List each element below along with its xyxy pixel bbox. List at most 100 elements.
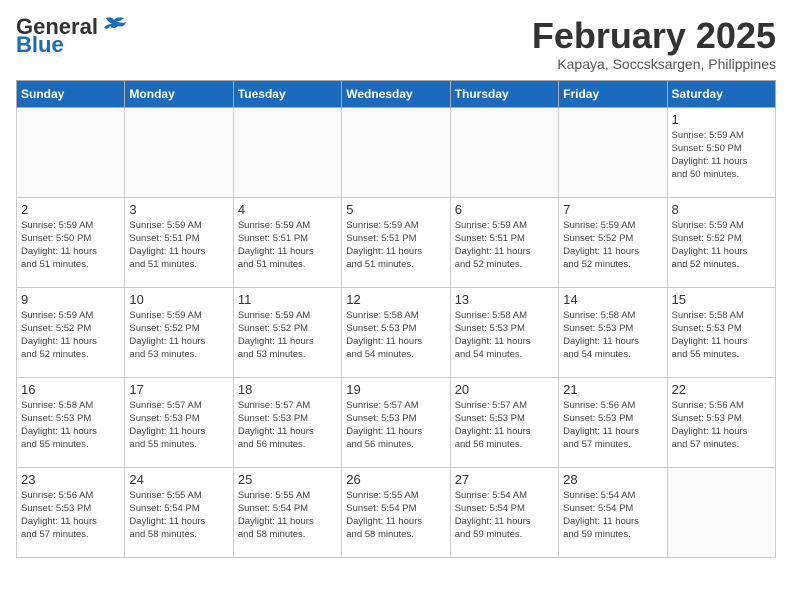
- calendar-cell: 27 Sunrise: 5:54 AM Sunset: 5:54 PM Dayli…: [450, 467, 558, 557]
- day-number: 25: [238, 472, 337, 487]
- calendar-week-row: 2Sunrise: 5:59 AM Sunset: 5:50 PM Daylig…: [17, 197, 776, 287]
- calendar-week-row: 1 Sunrise: 5:59 AM Sunset: 5:50 PM Daylig…: [17, 107, 776, 197]
- calendar-cell: 18 Sunrise: 5:57 AM Sunset: 5:53 PM Dayli…: [233, 377, 341, 467]
- day-number: 15: [672, 292, 771, 307]
- calendar-day-header: Friday: [559, 80, 667, 107]
- day-info: Sunrise: 5:57 AM Sunset: 5:53 PM Dayligh…: [129, 399, 228, 452]
- day-number: 17: [129, 382, 228, 397]
- day-number: 8: [672, 202, 771, 217]
- day-info: Sunrise: 5:59 AM Sunset: 5:52 PM Dayligh…: [21, 309, 120, 362]
- day-number: 11: [238, 292, 337, 307]
- day-info: Sunrise: 5:59 AM Sunset: 5:50 PM Dayligh…: [672, 129, 771, 182]
- calendar-cell: 15Sunrise: 5:58 AM Sunset: 5:53 PM Dayli…: [667, 287, 775, 377]
- day-info: Sunrise: 5:54 AM Sunset: 5:54 PM Dayligh…: [455, 489, 554, 542]
- calendar-cell: 1 Sunrise: 5:59 AM Sunset: 5:50 PM Daylig…: [667, 107, 775, 197]
- day-number: 13: [455, 292, 554, 307]
- calendar-cell: 7 Sunrise: 5:59 AM Sunset: 5:52 PM Daylig…: [559, 197, 667, 287]
- calendar-cell: 2Sunrise: 5:59 AM Sunset: 5:50 PM Daylig…: [17, 197, 125, 287]
- day-info: Sunrise: 5:59 AM Sunset: 5:52 PM Dayligh…: [129, 309, 228, 362]
- calendar-cell: 28 Sunrise: 5:54 AM Sunset: 5:54 PM Dayli…: [559, 467, 667, 557]
- day-number: 26: [346, 472, 445, 487]
- day-info: Sunrise: 5:57 AM Sunset: 5:53 PM Dayligh…: [238, 399, 337, 452]
- day-number: 23: [21, 472, 120, 487]
- calendar-cell: [559, 107, 667, 197]
- calendar-cell: 13 Sunrise: 5:58 AM Sunset: 5:53 PM Dayli…: [450, 287, 558, 377]
- day-number: 18: [238, 382, 337, 397]
- calendar-day-header: Thursday: [450, 80, 558, 107]
- calendar-cell: 22Sunrise: 5:56 AM Sunset: 5:53 PM Dayli…: [667, 377, 775, 467]
- calendar-cell: 3 Sunrise: 5:59 AM Sunset: 5:51 PM Daylig…: [125, 197, 233, 287]
- calendar-cell: 9 Sunrise: 5:59 AM Sunset: 5:52 PM Daylig…: [17, 287, 125, 377]
- calendar-cell: 16 Sunrise: 5:58 AM Sunset: 5:53 PM Dayli…: [17, 377, 125, 467]
- day-number: 5: [346, 202, 445, 217]
- calendar-cell: 19 Sunrise: 5:57 AM Sunset: 5:53 PM Dayli…: [342, 377, 450, 467]
- day-number: 14: [563, 292, 662, 307]
- day-info: Sunrise: 5:59 AM Sunset: 5:52 PM Dayligh…: [238, 309, 337, 362]
- day-number: 9: [21, 292, 120, 307]
- day-info: Sunrise: 5:59 AM Sunset: 5:51 PM Dayligh…: [129, 219, 228, 272]
- day-info: Sunrise: 5:59 AM Sunset: 5:50 PM Dayligh…: [21, 219, 120, 272]
- calendar-cell: 4 Sunrise: 5:59 AM Sunset: 5:51 PM Daylig…: [233, 197, 341, 287]
- day-info: Sunrise: 5:56 AM Sunset: 5:53 PM Dayligh…: [21, 489, 120, 542]
- calendar-cell: 6 Sunrise: 5:59 AM Sunset: 5:51 PM Daylig…: [450, 197, 558, 287]
- calendar-cell: [125, 107, 233, 197]
- day-info: Sunrise: 5:54 AM Sunset: 5:54 PM Dayligh…: [563, 489, 662, 542]
- day-info: Sunrise: 5:57 AM Sunset: 5:53 PM Dayligh…: [455, 399, 554, 452]
- calendar-cell: 26 Sunrise: 5:55 AM Sunset: 5:54 PM Dayli…: [342, 467, 450, 557]
- calendar-cell: 21 Sunrise: 5:56 AM Sunset: 5:53 PM Dayli…: [559, 377, 667, 467]
- day-info: Sunrise: 5:59 AM Sunset: 5:52 PM Dayligh…: [672, 219, 771, 272]
- day-info: Sunrise: 5:59 AM Sunset: 5:52 PM Dayligh…: [563, 219, 662, 272]
- day-info: Sunrise: 5:57 AM Sunset: 5:53 PM Dayligh…: [346, 399, 445, 452]
- calendar-cell: 5Sunrise: 5:59 AM Sunset: 5:51 PM Daylig…: [342, 197, 450, 287]
- day-number: 16: [21, 382, 120, 397]
- calendar-cell: 24Sunrise: 5:55 AM Sunset: 5:54 PM Dayli…: [125, 467, 233, 557]
- day-number: 4: [238, 202, 337, 217]
- calendar-day-header: Monday: [125, 80, 233, 107]
- day-info: Sunrise: 5:55 AM Sunset: 5:54 PM Dayligh…: [238, 489, 337, 542]
- day-number: 21: [563, 382, 662, 397]
- calendar-cell: 17 Sunrise: 5:57 AM Sunset: 5:53 PM Dayli…: [125, 377, 233, 467]
- day-number: 10: [129, 292, 228, 307]
- calendar-week-row: 23 Sunrise: 5:56 AM Sunset: 5:53 PM Dayli…: [17, 467, 776, 557]
- day-number: 6: [455, 202, 554, 217]
- calendar-cell: 10 Sunrise: 5:59 AM Sunset: 5:52 PM Dayli…: [125, 287, 233, 377]
- day-number: 7: [563, 202, 662, 217]
- calendar-header-row: SundayMondayTuesdayWednesdayThursdayFrid…: [17, 80, 776, 107]
- calendar-week-row: 16 Sunrise: 5:58 AM Sunset: 5:53 PM Dayli…: [17, 377, 776, 467]
- day-info: Sunrise: 5:58 AM Sunset: 5:53 PM Dayligh…: [455, 309, 554, 362]
- calendar-cell: 11 Sunrise: 5:59 AM Sunset: 5:52 PM Dayli…: [233, 287, 341, 377]
- calendar-day-header: Tuesday: [233, 80, 341, 107]
- calendar-cell: [450, 107, 558, 197]
- day-number: 28: [563, 472, 662, 487]
- calendar-cell: 25 Sunrise: 5:55 AM Sunset: 5:54 PM Dayli…: [233, 467, 341, 557]
- day-number: 1: [672, 112, 771, 127]
- calendar-cell: 20 Sunrise: 5:57 AM Sunset: 5:53 PM Dayli…: [450, 377, 558, 467]
- calendar-cell: [17, 107, 125, 197]
- day-info: Sunrise: 5:55 AM Sunset: 5:54 PM Dayligh…: [346, 489, 445, 542]
- day-number: 27: [455, 472, 554, 487]
- day-info: Sunrise: 5:56 AM Sunset: 5:53 PM Dayligh…: [672, 399, 771, 452]
- calendar-day-header: Wednesday: [342, 80, 450, 107]
- location-title: Kapaya, Soccsksargen, Philippines: [532, 56, 776, 72]
- calendar-table: SundayMondayTuesdayWednesdayThursdayFrid…: [16, 80, 776, 558]
- page-header: General Blue February 2025 Kapaya, Soccs…: [16, 16, 776, 72]
- month-title: February 2025: [532, 16, 776, 56]
- day-info: Sunrise: 5:59 AM Sunset: 5:51 PM Dayligh…: [238, 219, 337, 272]
- calendar-cell: 8 Sunrise: 5:59 AM Sunset: 5:52 PM Daylig…: [667, 197, 775, 287]
- day-number: 3: [129, 202, 228, 217]
- day-info: Sunrise: 5:58 AM Sunset: 5:53 PM Dayligh…: [563, 309, 662, 362]
- calendar-cell: [342, 107, 450, 197]
- calendar-day-header: Saturday: [667, 80, 775, 107]
- calendar-cell: 12Sunrise: 5:58 AM Sunset: 5:53 PM Dayli…: [342, 287, 450, 377]
- day-number: 12: [346, 292, 445, 307]
- day-number: 19: [346, 382, 445, 397]
- day-info: Sunrise: 5:55 AM Sunset: 5:54 PM Dayligh…: [129, 489, 228, 542]
- calendar-day-header: Sunday: [17, 80, 125, 107]
- day-info: Sunrise: 5:58 AM Sunset: 5:53 PM Dayligh…: [21, 399, 120, 452]
- logo-blue-text: Blue: [16, 34, 64, 56]
- logo-bird-icon: [100, 16, 128, 38]
- day-info: Sunrise: 5:56 AM Sunset: 5:53 PM Dayligh…: [563, 399, 662, 452]
- calendar-cell: [233, 107, 341, 197]
- day-number: 20: [455, 382, 554, 397]
- day-info: Sunrise: 5:59 AM Sunset: 5:51 PM Dayligh…: [455, 219, 554, 272]
